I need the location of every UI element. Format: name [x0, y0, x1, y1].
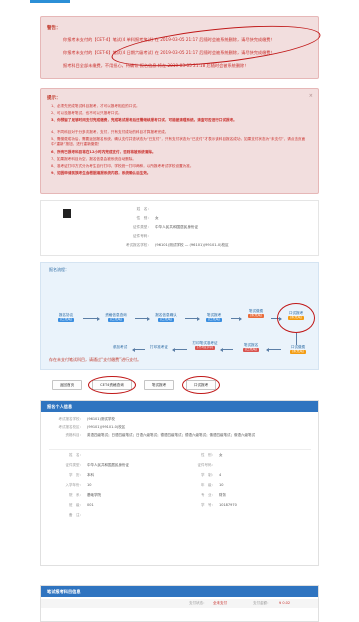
candidate-row: 性 别：女 [136, 216, 159, 220]
flow-step-exam[interactable]: 参加考试 [107, 345, 133, 349]
warning-title: 警告： [47, 26, 61, 31]
personal-info: 报名个人信息 考试报名学校： (96101)测试学校 考试报名校区： (99101)… [40, 400, 319, 566]
registration-flow: 报名流程： 报名协议 (已完成) 资格信息查询 (已完成) 报名信息确认 (已完成) … [40, 262, 319, 370]
flow-arrow [266, 347, 281, 352]
tips-box: 提示： × 1、必须先完成笔试科目报考，才可以报考相应的口试。 2、可以没报考笔… [40, 88, 319, 194]
flow-arrow [220, 347, 233, 352]
tip-item: 9、如因申请民族考生会根据填报系统内容，系统确认后生效。 [51, 171, 151, 175]
candidate-row: 证件号码： [133, 234, 151, 238]
flow-arrow [132, 347, 145, 352]
subjects-header: 笔试报考科目信息 [41, 586, 318, 597]
flow-arrow [231, 316, 242, 321]
candidate-info: 姓 名： 性 别：女 证件类型： 中华人民共和国居民身份证 证件号码： 考试报名学… [40, 200, 319, 256]
flow-arrow [185, 316, 200, 321]
info-row: 考试报名学校： (96101)测试学校 [58, 417, 115, 421]
flow-step-qualification[interactable]: 资格信息查询 (已完成) [99, 313, 133, 323]
written-exam-button[interactable]: 笔试报考 [144, 380, 174, 390]
info-row: 入学年份： 10 [65, 483, 92, 487]
highlight-oval [277, 303, 315, 333]
tip-item: 7、如果报考科目为空，报名信息会被系统自动删除。 [51, 157, 136, 161]
close-icon[interactable]: × [309, 93, 313, 99]
flow-step-written-registered[interactable]: 笔试报名 (已完成) [235, 343, 267, 353]
payment-status-row: 支付状态： 全未支付 支付金额： ¥ 0.02 [41, 599, 318, 608]
info-row: 学 历： 本科 [69, 473, 94, 477]
info-row: 专 业： 财务 [201, 493, 226, 497]
tip-item: 5、需缴费成功后，需要返回报名系统，确认支付并查状态为“已支付”，只有支付状态为… [51, 137, 306, 146]
tip-item: 2、可以没报考笔试，也不可以只报考口试。 [51, 111, 122, 115]
info-row: 证件类型： 中华人民共和国居民身份证 [65, 463, 130, 467]
info-row: 考试报名校区： (99101)(99101-0)校区 [58, 425, 126, 429]
info-row: 年 级： 10 [201, 483, 224, 487]
tip-item: 4、不同科目对于分多次报考，支付，只有支付成功的科目才算报考完成。 [51, 130, 169, 134]
info-row: 证件号码： [197, 463, 216, 467]
flow-arrow [83, 316, 100, 321]
info-row: 班 级： 001 [69, 503, 94, 507]
info-row: 学 制： 4 [201, 473, 222, 477]
flow-step-written[interactable]: 笔试报考 (已完成) [199, 313, 229, 323]
payment-amount: ¥ 0.02 [279, 601, 291, 605]
action-buttons: 返回首页 CET4资格查询 笔试报考 口试报考 [40, 376, 319, 394]
info-row: 姓 名： [69, 453, 83, 457]
divider [49, 449, 311, 450]
info-row: 院 系： 基础学院 [69, 493, 101, 497]
flow-note: 存在未支付笔试科目，请通过“支付缴费”进行支付。 [49, 357, 142, 362]
tip-item: 6、所有已报考科目将在12小时内完成支付，否则将被系统清除。 [51, 150, 156, 154]
highlight-oval [182, 376, 220, 394]
flow-arrow [172, 347, 187, 352]
info-row: 资格科目： 英语四级笔试；日语四级笔试；日语六级笔试；德语四级笔试；德语六级笔试；… [65, 433, 256, 437]
written-exam-subjects: 笔试报考科目信息 支付状态： 全未支付 支付金额： ¥ 0.02 [40, 585, 319, 622]
tip-item: 1、必须先完成笔试科目报考，才可以报考相应的口试。 [51, 104, 140, 108]
info-row: 学 号： 10187970 [201, 503, 237, 507]
tip-item: 3、你预留了足够时间支付完成缴费，完成笔试报考后还需继续报考口试，可能被清理系统… [51, 118, 237, 122]
info-row: 备 注： [69, 513, 83, 517]
flow-step-print-written[interactable]: 打印笔试准考证 (不可打印) [189, 341, 221, 351]
tip-item: 8、准考证打印方式分为考生自行打印、学校统一打印两种，以所报考考试学校设置为准。 [51, 164, 194, 168]
flow-connector [296, 333, 297, 345]
tips-title: 提示： [47, 96, 61, 101]
flow-title: 报名流程： [49, 267, 69, 272]
avatar [63, 209, 71, 218]
payment-status-value: 全未支付 [213, 601, 227, 605]
candidate-row: 姓 名： [136, 207, 151, 211]
home-button[interactable]: 返回首页 [52, 380, 82, 390]
flow-step-written-pay[interactable]: 笔试缴费 (未完成) [241, 309, 271, 319]
warning-box: 警告： 你报考未支付的【CET-4】笔试(4 单科报考笔试) 在 2019-03… [40, 16, 323, 79]
candidate-row: 证件类型： 中华人民共和国居民身份证 [133, 225, 199, 229]
top-accent [30, 0, 70, 3]
highlight-oval [88, 376, 136, 394]
page: 警告： 你报考未支付的【CET-4】笔试(4 单科报考笔试) 在 2019-03… [0, 0, 359, 622]
flow-arrow [135, 316, 150, 321]
top-bar [0, 0, 359, 6]
flow-step-confirm[interactable]: 报名信息确认 (已完成) [149, 313, 183, 323]
info-row: 性 别：女 [201, 453, 223, 457]
flow-step-agreement[interactable]: 报名协议 (已完成) [51, 313, 81, 323]
candidate-row: 考试报名学校： (96101)测试学校 — (96101)(99101-0)校区 [125, 243, 229, 247]
flow-step-oral-pay[interactable]: 口试缴费 (未完成) [283, 345, 313, 355]
personal-info-header: 报名个人信息 [41, 401, 318, 412]
flow-step-print[interactable]: 打印准考证 [145, 345, 173, 349]
